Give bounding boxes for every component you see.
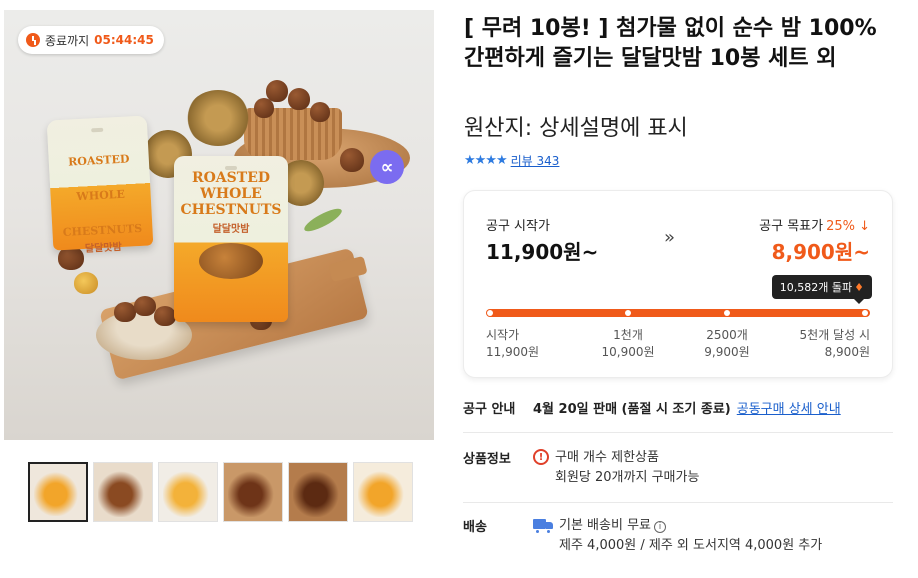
timer-countdown: 05:44:45 (94, 33, 154, 47)
thumbnail-5[interactable] (288, 462, 348, 522)
product-origin: 원산지: 상세설명에 표시 (464, 116, 688, 141)
pack-text: WHOLE (200, 186, 262, 202)
start-price-label: 공구 시작가 (486, 219, 550, 234)
pack-text-kr: 달달맛밤 (212, 224, 250, 235)
group-buy-detail-link[interactable]: 공동구매 상세 안내 (737, 398, 841, 417)
chestnut-pack-front: ROASTED WHOLE CHESTNUTS 달달맛밤 (174, 156, 288, 322)
goal-discount: 25% ↓ (826, 219, 870, 234)
progress-step-dot (862, 310, 868, 316)
timer-label: 종료까지 (45, 33, 90, 48)
thumbnail-6[interactable] (353, 462, 413, 522)
notice-label: 공구 안내 (463, 402, 516, 417)
pack-text: CHESTNUTS (180, 202, 282, 218)
chestnut-pack-back: ROASTED WHOLE CHESTNUTS 달달맛밤 (46, 115, 154, 255)
chestnut (114, 302, 136, 322)
sold-count-tooltip: 10,582개 돌파 ♦ (771, 275, 872, 304)
deadline-timer: 종료까지 05:44:45 (18, 26, 164, 54)
progress-step-dot (487, 310, 493, 316)
purchase-limit-text: 구매 개수 제한상품 (555, 450, 659, 465)
flame-icon: ♦ (854, 281, 864, 294)
progress-tick-5000: 5천개 달성 시 8,900원 (799, 328, 870, 359)
chestnut (254, 98, 274, 118)
start-price: 11,900원~ (486, 240, 599, 264)
divider (463, 432, 893, 433)
thumbnail-2[interactable] (93, 462, 153, 522)
clock-icon (26, 33, 40, 47)
group-buy-notice-row: 공구 안내 4월 20일 판매 (품절 시 조기 종료) 공동구매 상세 안내 (463, 398, 841, 417)
thumbnail-3[interactable] (158, 462, 218, 522)
goal-price-label: 공구 목표가 25% ↓ (759, 215, 870, 234)
thumbnail-1[interactable] (28, 462, 88, 522)
progress-fill (486, 309, 870, 317)
progress-tick-1000: 1천개 10,900원 (601, 328, 655, 359)
product-main-image[interactable]: ROASTED WHOLE CHESTNUTS 달달맛밤 ROASTED WHO… (4, 10, 434, 440)
double-chevron-right-icon: » (664, 227, 676, 248)
progress-track (486, 309, 870, 317)
chestnut (134, 296, 156, 316)
progress-tick-2500: 2500개 9,900원 (704, 328, 750, 359)
peeled-chestnut (74, 272, 98, 294)
pack-text-kr: 달달맛밤 (84, 241, 123, 255)
product-info-row: 상품정보 ! 구매 개수 제한상품 회원당 20개까지 구매가능 (463, 448, 699, 488)
alert-icon: ! (533, 449, 549, 465)
shipping-label: 배송 (463, 520, 487, 535)
chestnut-illustration (199, 243, 263, 279)
pack-text: ROASTED (67, 152, 130, 169)
product-title: [ 무려 10봉! ] 첨가물 없이 순수 밤 100% 간편하게 즐기는 달달… (464, 16, 877, 71)
shipping-fee-text: 기본 배송비 무료 (559, 518, 651, 533)
rating: ★★★★ 리뷰 343 (464, 152, 559, 169)
chestnut (310, 102, 330, 122)
shipping-row: 배송 기본 배송비 무료 i 제주 4,000원 / 제주 외 도서지역 4,00… (463, 516, 822, 556)
sold-count-text: 10,582개 돌파 (779, 281, 853, 294)
pack-text: ROASTED (191, 170, 271, 186)
shipping-extra-fee: 제주 4,000원 / 제주 외 도서지역 4,000원 추가 (559, 538, 823, 553)
truck-icon (533, 519, 553, 534)
pack-text: WHOLE (76, 187, 126, 204)
goal-price: 8,900원~ (771, 240, 870, 264)
info-icon[interactable]: i (654, 521, 666, 533)
chestnut (340, 148, 364, 172)
thumbnail-4[interactable] (223, 462, 283, 522)
progress-tick-start: 시작가 11,900원 (486, 328, 540, 359)
chestnut-burr (186, 90, 250, 146)
thumbnail-strip (28, 462, 413, 522)
progress-step-dot (724, 310, 730, 316)
chestnut (288, 88, 310, 110)
progress-step-dot (625, 310, 631, 316)
goal-label-text: 공구 목표가 (759, 219, 824, 234)
infinity-badge-icon[interactable]: ∝ (370, 150, 404, 184)
notice-text: 4월 20일 판매 (품절 시 조기 종료) (533, 402, 731, 417)
product-info-label: 상품정보 (463, 452, 511, 467)
group-buy-price-card: 공구 시작가 11,900원~ » 공구 목표가 25% ↓ 8,900원~ 10… (463, 190, 893, 378)
divider (463, 502, 893, 503)
leaf (301, 204, 345, 236)
chestnut (154, 306, 176, 326)
purchase-limit-detail: 회원당 20개까지 구매가능 (555, 470, 700, 485)
rating-stars-icon: ★★★★ (464, 153, 508, 168)
review-link[interactable]: 리뷰 343 (511, 152, 560, 169)
